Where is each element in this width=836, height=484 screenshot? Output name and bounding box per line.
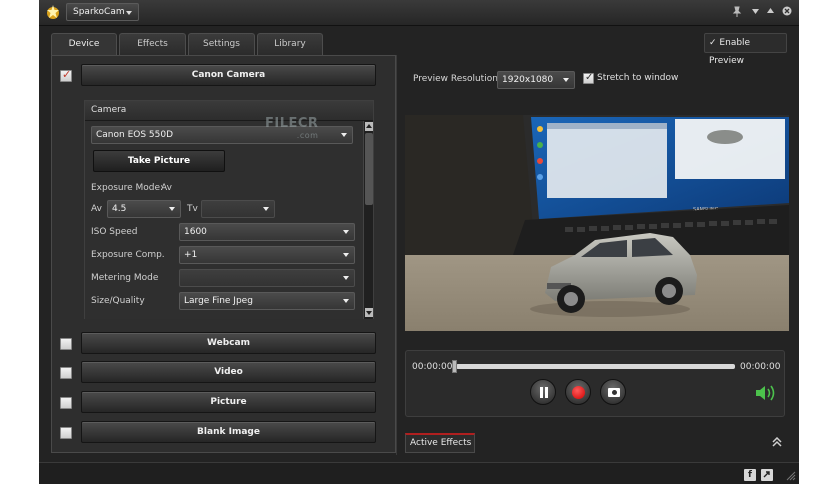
tab-label: Library — [274, 39, 306, 49]
webcam-button[interactable]: Webcam — [81, 332, 376, 354]
enable-preview-check-icon: ✓ — [709, 38, 717, 48]
app-menu-dropdown[interactable]: SparkoCam — [66, 3, 139, 21]
seek-handle[interactable] — [452, 360, 457, 373]
iso-speed-select[interactable]: 1600 — [179, 223, 355, 241]
av-value: 4.5 — [112, 204, 127, 214]
blank-image-button[interactable]: Blank Image — [81, 421, 376, 443]
panel-divider — [396, 55, 397, 455]
take-picture-label: Take Picture — [127, 156, 191, 166]
camera-section-header: Camera — [85, 101, 373, 121]
app-name: SparkoCam — [73, 7, 125, 17]
tab-label: Effects — [137, 39, 168, 49]
camera-icon — [608, 388, 620, 397]
time-end: 00:00:00 — [740, 362, 781, 372]
take-picture-button[interactable]: Take Picture — [93, 150, 225, 172]
scrollbar-thumb[interactable] — [365, 133, 373, 205]
caret-up-icon[interactable] — [767, 8, 774, 13]
pin-icon[interactable] — [732, 6, 742, 18]
active-effects-label: Active Effects — [410, 438, 472, 448]
blank-image-checkbox[interactable] — [60, 427, 72, 439]
preview-scene: SAMSUNG — [405, 115, 789, 331]
camera-model-value: Canon EOS 550D — [96, 130, 174, 140]
iso-speed-value: 1600 — [184, 227, 207, 237]
collapse-up-icon[interactable] — [772, 437, 782, 447]
preview-resolution-label: Preview Resolution: — [413, 74, 501, 84]
resize-grip-icon[interactable] — [786, 471, 796, 481]
scroll-down-icon[interactable] — [365, 308, 373, 317]
watermark-text: FILECR — [265, 116, 319, 131]
tv-select[interactable] — [201, 200, 275, 218]
scroll-up-icon[interactable] — [365, 122, 373, 131]
preview-resolution-select[interactable]: 1920x1080 — [497, 71, 575, 89]
tab-settings[interactable]: Settings — [188, 33, 255, 55]
record-button[interactable] — [565, 379, 591, 405]
exposure-comp-select[interactable]: +1 — [179, 246, 355, 264]
camera-settings-box: Camera Canon EOS 550D Take Picture Expos… — [84, 100, 374, 319]
tab-library[interactable]: Library — [257, 33, 323, 55]
time-start: 00:00:00 — [412, 362, 453, 372]
picture-button[interactable]: Picture — [81, 391, 376, 413]
size-quality-value: Large Fine Jpeg — [184, 296, 253, 306]
active-effects-tab[interactable]: Active Effects — [405, 433, 475, 453]
size-quality-select[interactable]: Large Fine Jpeg — [179, 292, 355, 310]
facebook-icon[interactable]: f — [744, 469, 756, 481]
tv-label: Tv — [187, 204, 198, 214]
sparkocam-logo-icon — [47, 5, 59, 19]
filecr-watermark: FILECR .com — [265, 116, 318, 140]
exposure-comp-label: Exposure Comp. — [91, 250, 165, 260]
exposure-mode-label: Exposure Mode: — [91, 183, 164, 193]
title-bar: SparkoCam — [39, 0, 799, 26]
enable-preview-toggle[interactable]: ✓ Enable Preview — [704, 33, 787, 66]
pause-button[interactable] — [530, 379, 556, 405]
canon-camera-checkbox[interactable] — [60, 68, 72, 82]
close-icon[interactable] — [782, 6, 792, 16]
stretch-to-window-toggle[interactable]: Stretch to window — [583, 71, 679, 86]
webcam-checkbox[interactable] — [60, 338, 72, 350]
exposure-comp-value: +1 — [184, 250, 198, 260]
camera-scrollbar[interactable] — [363, 121, 373, 319]
seek-track[interactable] — [456, 364, 735, 369]
preview-resolution-value: 1920x1080 — [502, 75, 554, 85]
stretch-to-window-checkbox[interactable] — [583, 71, 594, 84]
exposure-mode-value: Av — [161, 183, 172, 193]
iso-speed-label: ISO Speed — [91, 227, 138, 237]
watermark-subtext: .com — [296, 131, 319, 140]
video-checkbox[interactable] — [60, 367, 72, 379]
volume-icon[interactable] — [755, 384, 777, 402]
picture-checkbox[interactable] — [60, 397, 72, 409]
chevron-down-icon[interactable] — [752, 9, 759, 14]
camera-preview: SAMSUNG — [405, 115, 789, 331]
status-bar: f — [39, 462, 799, 484]
sparkocam-window: SparkoCam Device Effects Settings Librar… — [39, 0, 799, 484]
record-icon — [572, 386, 585, 399]
playback-controls: 00:00:00 00:00:00 — [405, 350, 785, 417]
stretch-to-window-label: Stretch to window — [597, 73, 679, 83]
camera-settings-content: Canon EOS 550D Take Picture Exposure Mod… — [85, 121, 363, 319]
av-select[interactable]: 4.5 — [107, 200, 181, 218]
share-icon[interactable] — [761, 469, 773, 481]
device-panel: Canon Camera Camera Canon EOS 550D Take … — [51, 55, 396, 453]
tab-label: Device — [68, 39, 100, 49]
av-label: Av — [91, 204, 102, 214]
picture-label: Picture — [210, 397, 247, 407]
pause-icon — [540, 387, 548, 398]
video-button[interactable]: Video — [81, 361, 376, 383]
size-quality-label: Size/Quality — [91, 296, 145, 306]
tab-label: Settings — [203, 39, 240, 49]
canon-camera-label: Canon Camera — [191, 70, 266, 80]
chevron-down-icon — [126, 11, 132, 15]
metering-mode-select[interactable] — [179, 269, 355, 287]
webcam-label: Webcam — [207, 338, 250, 348]
metering-mode-label: Metering Mode — [91, 273, 159, 283]
tab-device[interactable]: Device — [51, 33, 117, 56]
tab-effects[interactable]: Effects — [119, 33, 186, 55]
canon-camera-button[interactable]: Canon Camera — [81, 64, 376, 86]
blank-image-label: Blank Image — [197, 427, 260, 437]
video-label: Video — [214, 367, 243, 377]
snapshot-button[interactable] — [600, 379, 626, 405]
